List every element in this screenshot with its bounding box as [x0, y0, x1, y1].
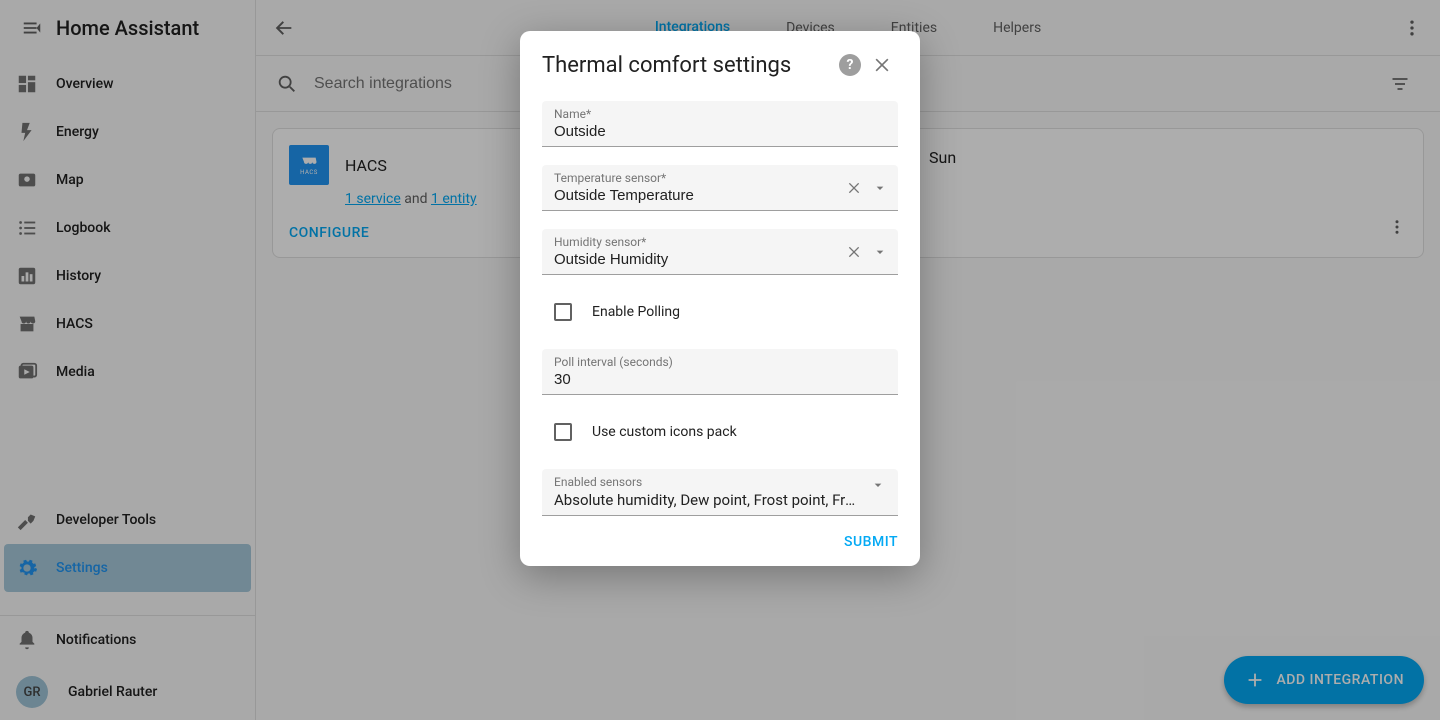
- enable-polling-label: Enable Polling: [592, 304, 680, 320]
- enabled-sensors-field[interactable]: Enabled sensors Absolute humidity, Dew p…: [542, 469, 898, 516]
- temperature-dropdown-button[interactable]: [870, 178, 890, 198]
- close-icon: [846, 180, 862, 196]
- dialog-body: Name* Temperature sensor* Humidity senso…: [520, 89, 920, 524]
- custom-icons-checkbox[interactable]: [554, 423, 572, 441]
- name-field[interactable]: Name*: [542, 101, 898, 147]
- temperature-sensor-input[interactable]: [554, 185, 830, 204]
- temperature-sensor-label: Temperature sensor*: [554, 171, 886, 185]
- humidity-dropdown-button[interactable]: [870, 242, 890, 262]
- name-input[interactable]: [554, 121, 886, 140]
- name-label: Name*: [554, 107, 886, 121]
- chevron-down-icon: [872, 244, 888, 260]
- close-icon: [872, 55, 892, 75]
- submit-button[interactable]: SUBMIT: [844, 534, 898, 550]
- enabled-sensors-label: Enabled sensors: [554, 475, 886, 489]
- thermal-comfort-dialog: Thermal comfort settings ? Name* Tempera…: [520, 31, 920, 566]
- dialog-actions: SUBMIT: [520, 524, 920, 566]
- dialog-header: Thermal comfort settings ?: [520, 31, 920, 89]
- dialog-title: Thermal comfort settings: [542, 53, 834, 78]
- enable-polling-checkbox[interactable]: [554, 303, 572, 321]
- custom-icons-row: Use custom icons pack: [542, 423, 898, 441]
- temperature-clear-button[interactable]: [844, 178, 864, 198]
- chevron-down-icon: [872, 180, 888, 196]
- close-icon: [846, 244, 862, 260]
- enable-polling-row: Enable Polling: [542, 303, 898, 321]
- temperature-sensor-field[interactable]: Temperature sensor*: [542, 165, 898, 211]
- humidity-sensor-field[interactable]: Humidity sensor*: [542, 229, 898, 275]
- enabled-sensors-dropdown-button[interactable]: [870, 477, 886, 493]
- dialog-help-button[interactable]: ?: [834, 49, 866, 81]
- humidity-sensor-input[interactable]: [554, 249, 830, 268]
- chevron-down-icon: [870, 477, 886, 493]
- humidity-sensor-label: Humidity sensor*: [554, 235, 886, 249]
- humidity-clear-button[interactable]: [844, 242, 864, 262]
- poll-interval-field[interactable]: Poll interval (seconds): [542, 349, 898, 395]
- poll-interval-input[interactable]: [554, 369, 886, 388]
- poll-interval-label: Poll interval (seconds): [554, 355, 886, 369]
- dialog-close-button[interactable]: [866, 49, 898, 81]
- help-icon: ?: [839, 54, 861, 76]
- custom-icons-label: Use custom icons pack: [592, 424, 737, 440]
- enabled-sensors-value: Absolute humidity, Dew point, Frost poin…: [554, 489, 862, 509]
